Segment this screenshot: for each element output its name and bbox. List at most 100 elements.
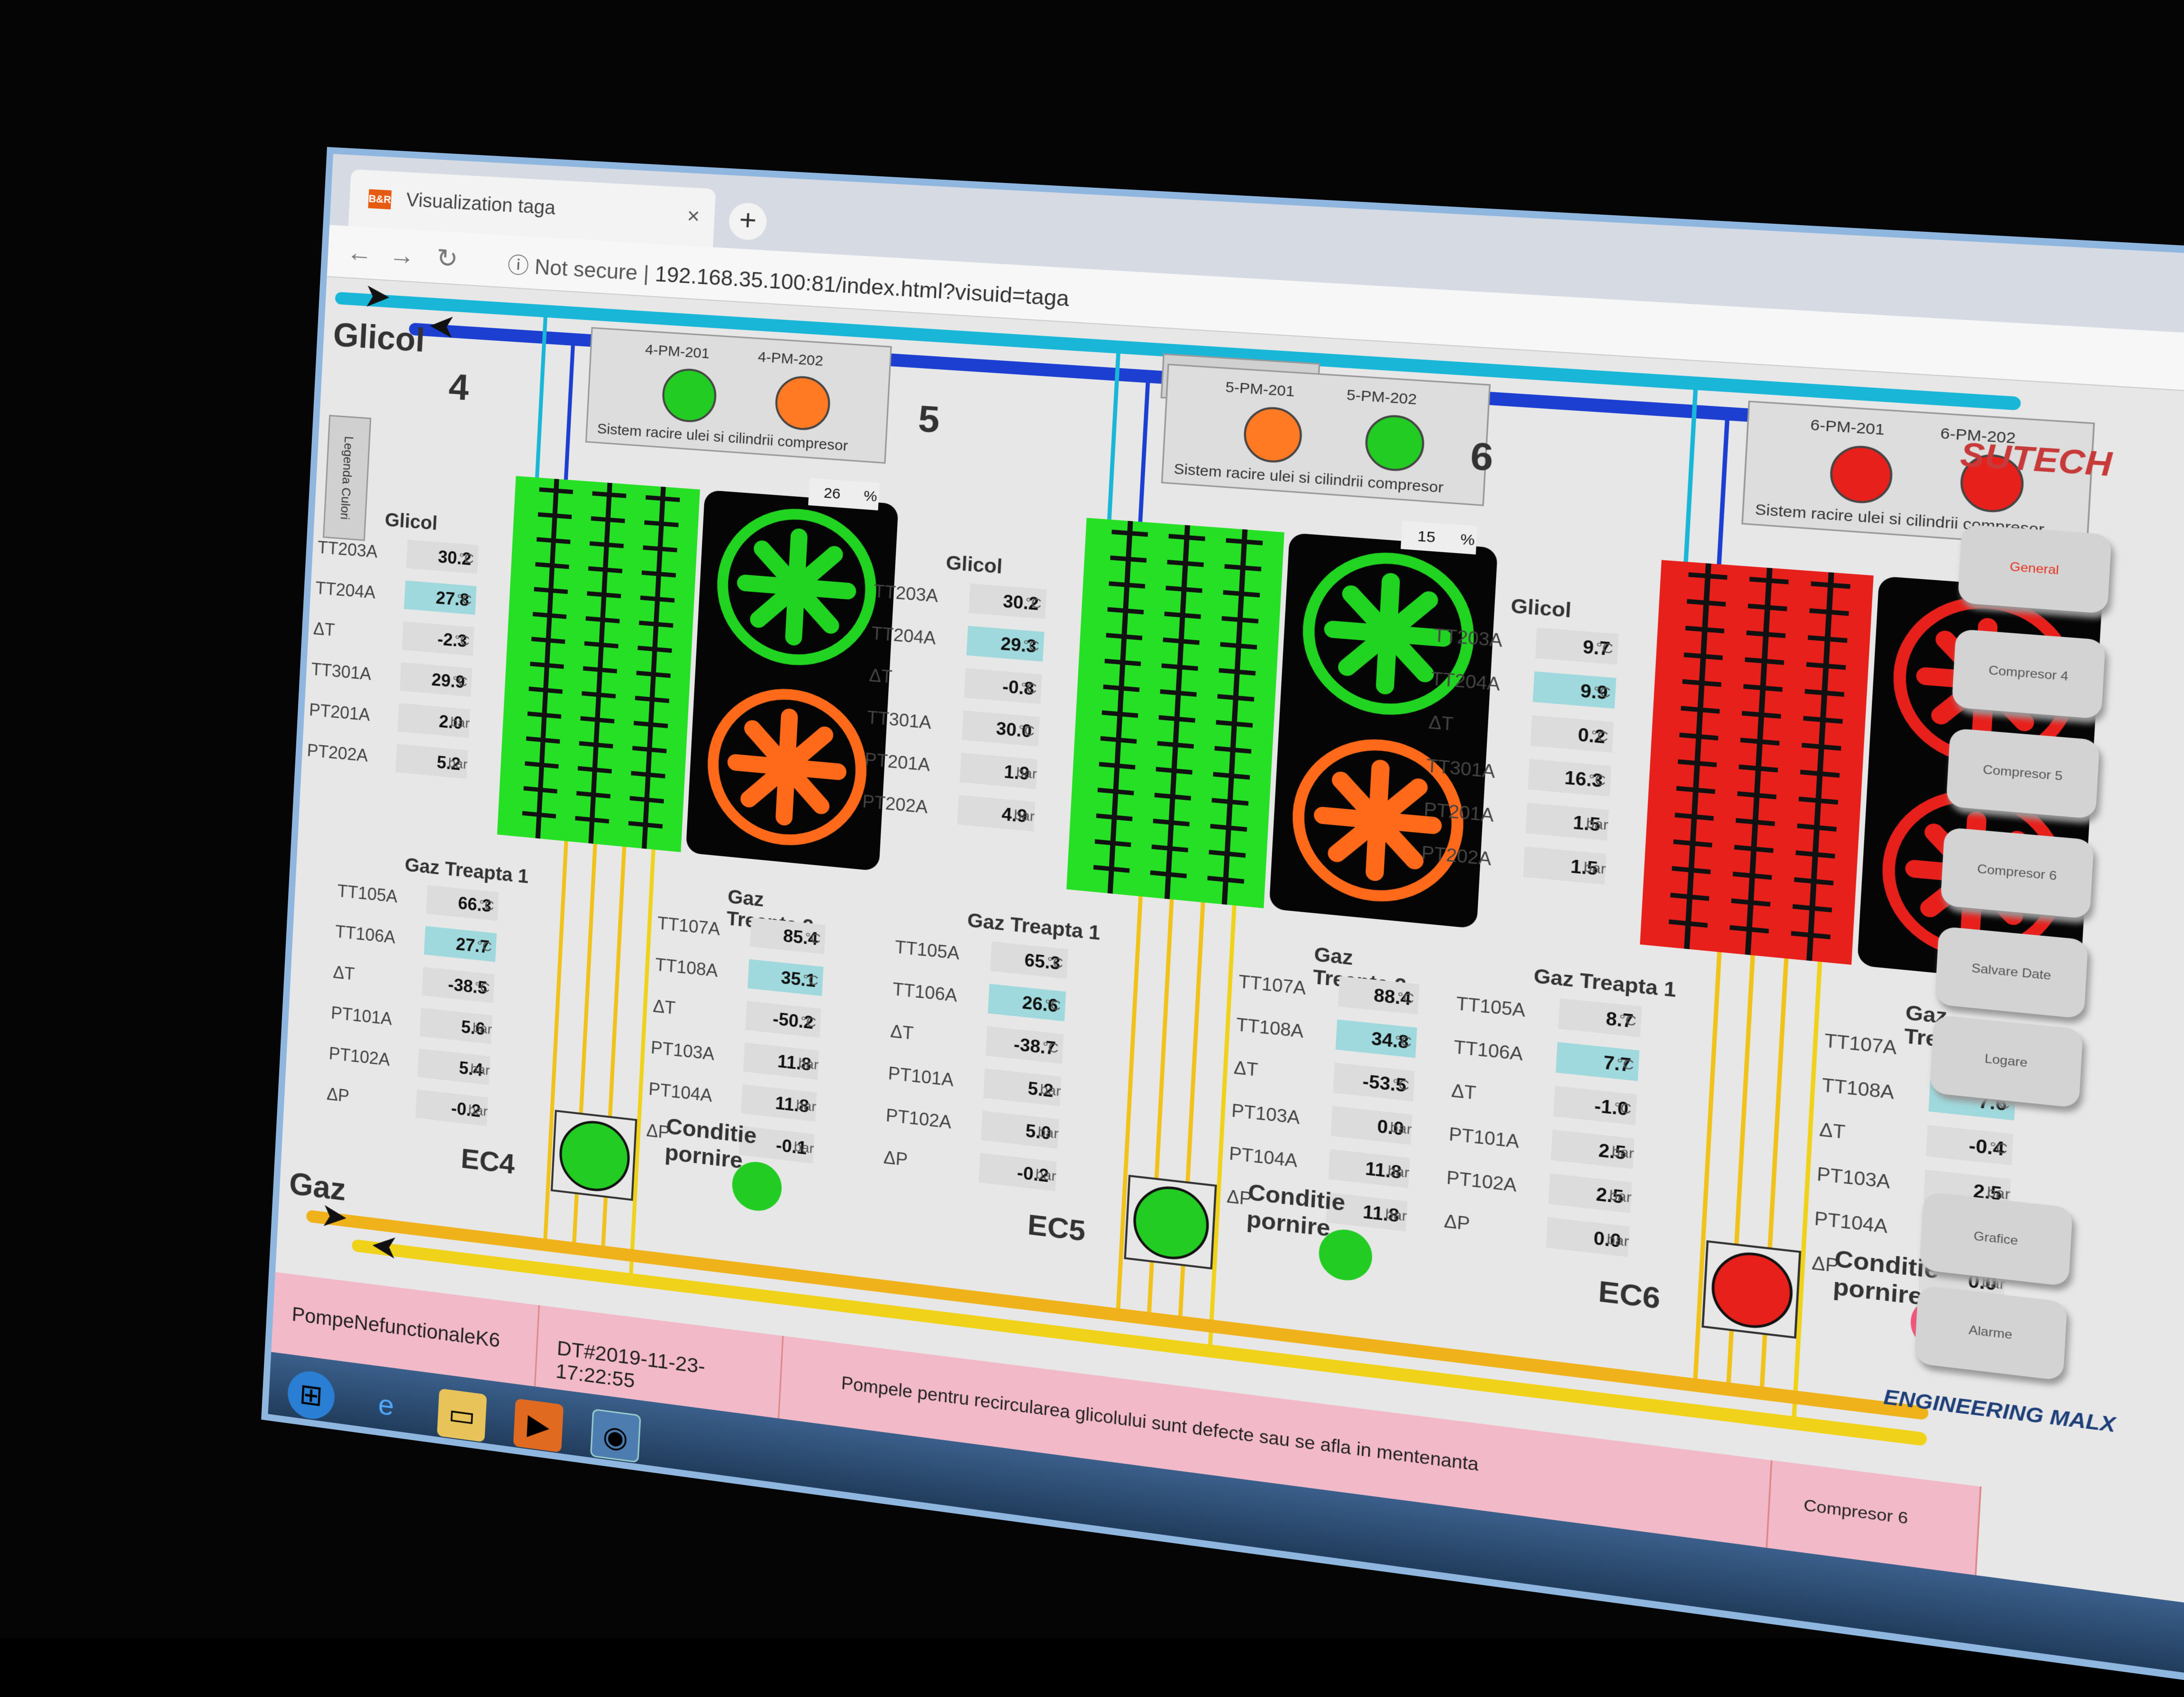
fan-blade	[1977, 675, 2038, 735]
alarm-timestamp: DT#2019-11-23-17:22:55	[535, 1305, 784, 1419]
sidebar-button-grafice[interactable]: Grafice	[1919, 1191, 2073, 1286]
fan-blade	[1916, 867, 1980, 921]
sensor-label: TT108A	[1236, 1014, 1304, 1042]
cooler-fin	[1107, 607, 1144, 615]
ec-pump-ec4[interactable]	[550, 1110, 637, 1201]
file-explorer-icon[interactable]: ▭	[437, 1388, 487, 1442]
engineering-malx-logo: ENGINEERING MALX	[1883, 1386, 2116, 1437]
sensor-value: 5.2	[395, 744, 468, 779]
sensor-value: 26.6	[988, 984, 1066, 1022]
sensor-label: TT106A	[892, 979, 958, 1006]
fan-blade	[1324, 813, 1384, 866]
cooler-fin	[636, 670, 671, 678]
sensor-unit: °C	[1022, 637, 1040, 654]
chrome-icon[interactable]: ◉	[590, 1408, 641, 1463]
cooler-fin	[646, 495, 680, 502]
ec-pump-ec5[interactable]	[1124, 1175, 1217, 1270]
fan-blade	[1971, 680, 1994, 745]
sensor-row: ΔT -38.7 °C	[890, 1016, 1084, 1066]
forward-arrow-icon[interactable]: →	[389, 240, 416, 271]
cooler-tube	[535, 479, 559, 839]
cooler-fin	[579, 741, 613, 748]
sidebar-button-compresor-6[interactable]: Compresor 6	[1940, 827, 2094, 919]
sensor-label: ΔT	[890, 1021, 914, 1044]
sensor-value: -0.1	[738, 1126, 815, 1164]
cooler-fin	[1684, 652, 1723, 660]
sensor-unit: °C	[456, 591, 473, 608]
pump-6-pm-201-icon[interactable]	[1829, 444, 1894, 505]
fan-2-icon	[1288, 732, 1468, 910]
pump-6-pm-202-icon[interactable]	[1959, 452, 2025, 514]
reload-icon[interactable]: ↻	[436, 243, 459, 274]
sensor-label: TT204A	[871, 623, 937, 648]
pump-4-pm-202-icon[interactable]	[774, 374, 832, 432]
compressor-unit-6: 6 6-PM-201 6-PM-202 Sistem racire ulei si c…	[1388, 346, 2103, 1431]
sensor-row: TT204A 29.3 °C	[871, 618, 1065, 663]
sidebar-button-compresor-5[interactable]: Compresor 5	[1946, 728, 2100, 819]
alarm-source: Compresor 6	[1767, 1460, 1982, 1576]
pump-4-pm-201-icon[interactable]	[661, 367, 718, 424]
cooler-fin	[1740, 738, 1780, 746]
sensor-value: 7.6	[1928, 1080, 2016, 1121]
cooler-tube	[1221, 529, 1248, 905]
cooler-fin	[534, 587, 568, 594]
fan-blade	[780, 761, 833, 818]
sensor-value: 7.7	[1556, 1042, 1640, 1081]
close-tab-icon[interactable]: ×	[686, 204, 700, 229]
glicol-cooler	[1640, 560, 1874, 965]
cooler-fin	[633, 721, 668, 729]
media-player-icon[interactable]: ▶	[513, 1398, 564, 1453]
fan-speed-readout: 15%	[1401, 520, 1478, 555]
sidebar-button-logare[interactable]: Logare	[1929, 1014, 2084, 1108]
sensor-value: 5.2	[983, 1068, 1062, 1106]
back-arrow-icon[interactable]: ←	[346, 237, 373, 268]
fan-blade	[1379, 572, 1401, 635]
pump-5-pm-201-icon[interactable]	[1242, 405, 1303, 465]
sidebar-button-general[interactable]: General	[1957, 524, 2112, 614]
legend-sensors-button[interactable]: Legenda Senzori	[1160, 353, 1320, 409]
url-field[interactable]: ⓘ Not secure | 192.168.35.100:81/index.h…	[507, 248, 1070, 313]
cooler-fin	[637, 646, 672, 653]
cooler-fin	[1213, 772, 1250, 780]
fan-blade	[1927, 674, 1992, 728]
sensor-label: PT201A	[1423, 798, 1495, 826]
glicol-title: Glicol	[945, 552, 1003, 578]
sensor-unit: °C	[1992, 1094, 2011, 1112]
fan-blade	[790, 581, 843, 638]
fan-hub	[765, 746, 808, 789]
fan-blade	[796, 578, 857, 600]
cooler-fin	[1160, 689, 1197, 697]
gaz-riser-pipe	[601, 846, 627, 1256]
legend-colors-button[interactable]: Legenda Culori	[322, 415, 372, 541]
url-text: 192.168.35.100:81/index.html?visuid=taga	[654, 262, 1070, 311]
sidebar-button-salvare-date[interactable]: Salvare Date	[1934, 926, 2089, 1019]
ec-pump-ec6[interactable]	[1702, 1240, 1802, 1339]
cooler-fin	[582, 666, 617, 674]
cooler-fin	[1804, 689, 1845, 697]
cooler-fin	[589, 541, 624, 548]
internet-explorer-icon[interactable]: e	[361, 1378, 411, 1432]
fan-blade	[737, 574, 797, 595]
cooler-fin	[1809, 608, 1849, 616]
sensor-value: -0.8	[964, 668, 1042, 704]
sensor-value: 27.7	[424, 926, 497, 962]
sensor-unit: bar	[795, 1097, 817, 1114]
pump-5-pm-202-icon[interactable]	[1364, 413, 1426, 473]
cooler-fin	[1156, 766, 1192, 775]
sensor-row: PT104A 11.8 bar	[1228, 1138, 1431, 1191]
sidebar-button-alarme[interactable]: Alarme	[1914, 1285, 2068, 1381]
windows-start-icon[interactable]: ⊞	[286, 1368, 336, 1422]
cooler-fin	[1811, 581, 1851, 589]
sidebar-button-compresor-4[interactable]: Compresor 4	[1951, 629, 2106, 720]
sensor-row: ΔP -0.2 bar	[883, 1142, 1077, 1194]
fan-blade	[784, 586, 805, 647]
tab-visualization[interactable]: B&R Visualization taga ×	[348, 169, 716, 247]
flow-arrow-icon: ➤	[427, 306, 457, 346]
new-tab-button[interactable]: +	[728, 202, 768, 241]
fan-1-icon	[1889, 590, 2082, 773]
unit-number: 5	[917, 397, 941, 441]
fan-blade	[1368, 759, 1390, 821]
sensor-label: TT108A	[655, 954, 719, 981]
security-indicator[interactable]: ⓘ Not secure	[507, 254, 638, 285]
sensor-label: PT102A	[885, 1105, 952, 1132]
